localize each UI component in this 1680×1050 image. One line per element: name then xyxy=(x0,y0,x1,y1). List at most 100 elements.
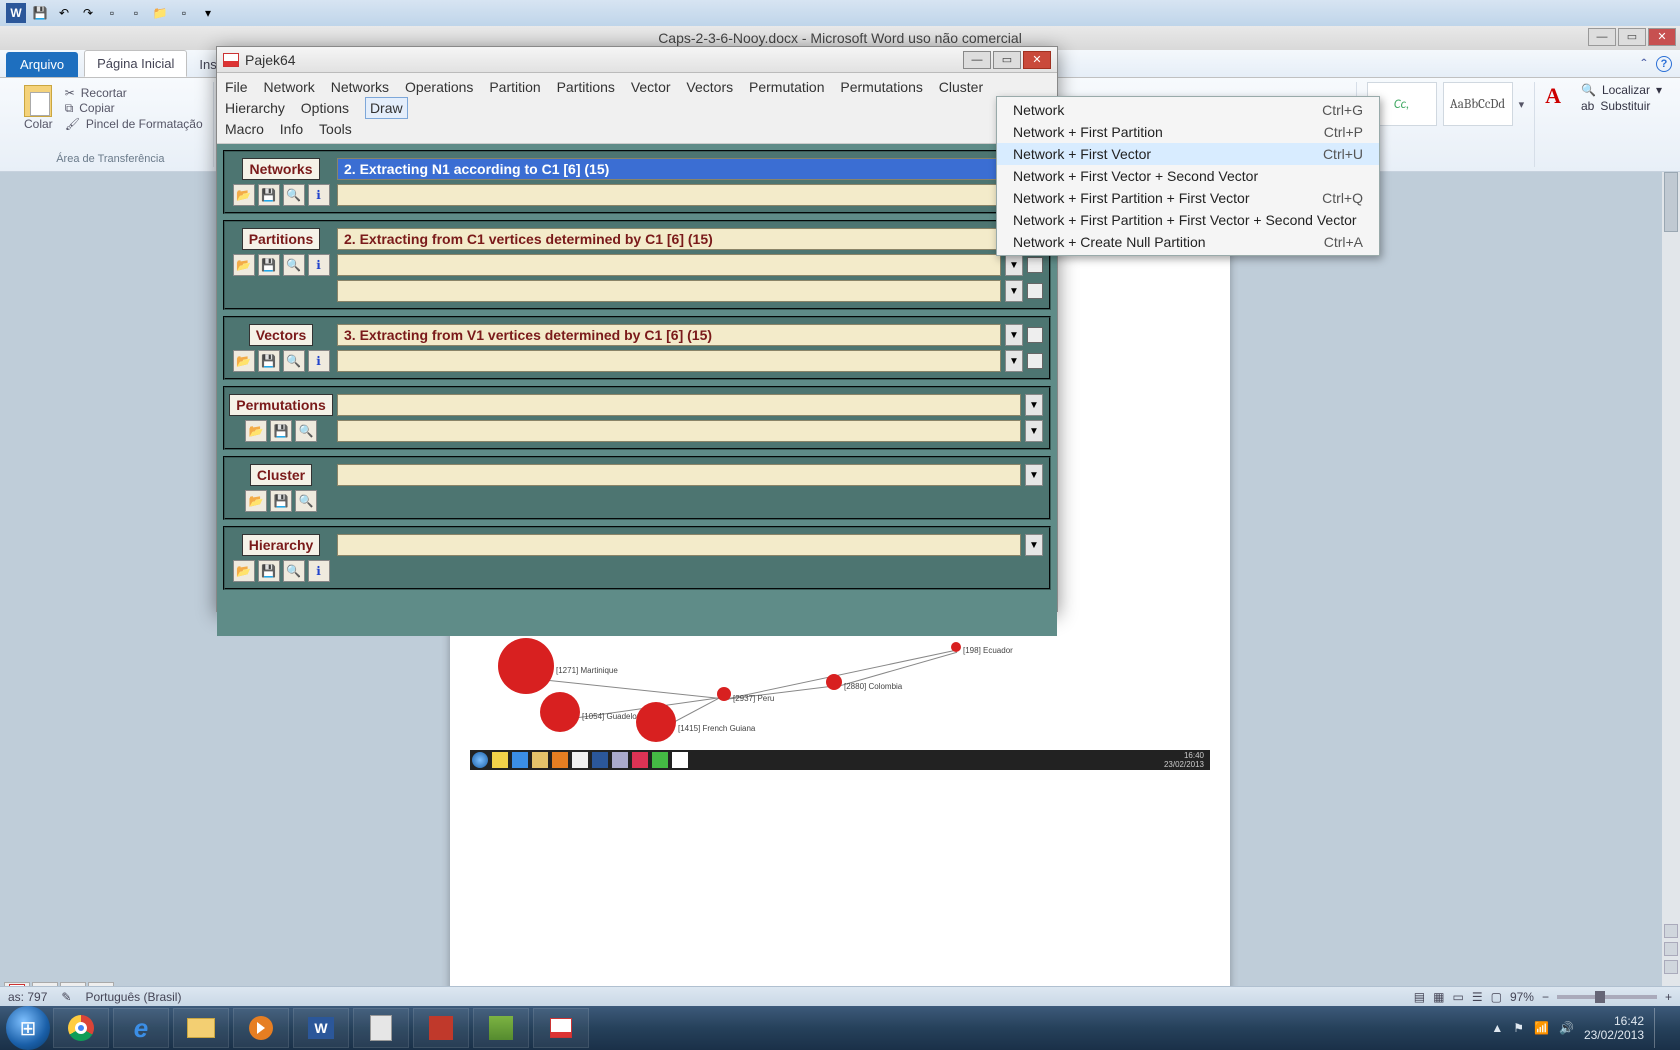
find-button[interactable]: 🔍 Localizar ▾ xyxy=(1581,83,1662,97)
zoom-in-button[interactable]: + xyxy=(1665,990,1672,1004)
taskbar-pajek[interactable] xyxy=(533,1008,589,1048)
draw-mi-network-partition-vector2[interactable]: Network + First Partition + First Vector… xyxy=(997,209,1379,231)
vertical-scrollbar[interactable] xyxy=(1662,172,1680,986)
view-button[interactable]: ▢ xyxy=(1491,990,1502,1004)
view-icon[interactable]: 🔍 xyxy=(283,254,305,276)
tray-volume-icon[interactable]: 🔊 xyxy=(1559,1021,1574,1035)
menu-info[interactable]: Info xyxy=(280,119,303,139)
save-icon[interactable]: 💾 xyxy=(270,420,292,442)
menu-operations[interactable]: Operations xyxy=(405,77,473,97)
proofing-icon[interactable]: ✎ xyxy=(61,990,71,1004)
taskbar-chrome[interactable] xyxy=(53,1008,109,1048)
scrollbar-button[interactable] xyxy=(1664,960,1678,974)
dropdown-icon[interactable]: ▼ xyxy=(1025,420,1043,442)
dropdown-icon[interactable]: ▼ xyxy=(1005,324,1023,346)
ribbon-collapse-icon[interactable]: ˆ xyxy=(1641,56,1646,72)
view-icon[interactable]: 🔍 xyxy=(295,420,317,442)
taskbar-media[interactable] xyxy=(233,1008,289,1048)
view-button[interactable]: ▤ xyxy=(1414,990,1425,1004)
checkbox[interactable] xyxy=(1027,327,1043,343)
taskbar-calc[interactable] xyxy=(353,1008,409,1048)
menu-networks[interactable]: Networks xyxy=(331,77,389,97)
info-icon[interactable]: ℹ xyxy=(308,560,330,582)
menu-permutation[interactable]: Permutation xyxy=(749,77,824,97)
save-icon[interactable]: 💾 xyxy=(258,184,280,206)
save-icon[interactable]: 💾 xyxy=(258,350,280,372)
checkbox[interactable] xyxy=(1027,353,1043,369)
view-icon[interactable]: 🔍 xyxy=(295,490,317,512)
open-icon[interactable]: 📂 xyxy=(233,350,255,372)
permutations-field-2[interactable] xyxy=(337,420,1021,442)
view-icon[interactable]: 🔍 xyxy=(283,560,305,582)
minimize-button[interactable]: — xyxy=(1588,28,1616,46)
redo-icon[interactable]: ↷ xyxy=(78,3,98,23)
zoom-thumb[interactable] xyxy=(1595,991,1605,1003)
cut-button[interactable]: ✂Recortar xyxy=(65,86,203,100)
open-icon[interactable]: 📂 xyxy=(233,254,255,276)
taskbar-word[interactable]: W xyxy=(293,1008,349,1048)
open-icon[interactable]: 📂 xyxy=(245,420,267,442)
taskbar-app[interactable] xyxy=(473,1008,529,1048)
taskbar-ie[interactable]: e xyxy=(113,1008,169,1048)
draw-mi-network-null-partition[interactable]: Network + Create Null PartitionCtrl+A xyxy=(997,231,1379,253)
scrollbar-button[interactable] xyxy=(1664,924,1678,938)
networks-field-2[interactable] xyxy=(337,184,1043,206)
pajek-close-button[interactable]: ✕ xyxy=(1023,51,1051,69)
dropdown-icon[interactable]: ▼ xyxy=(1005,254,1023,276)
undo-icon[interactable]: ↶ xyxy=(54,3,74,23)
info-icon[interactable]: ℹ xyxy=(308,254,330,276)
menu-tools[interactable]: Tools xyxy=(319,119,352,139)
pajek-minimize-button[interactable]: — xyxy=(963,51,991,69)
start-button[interactable]: ⊞ xyxy=(6,1006,50,1050)
tray-flag-icon[interactable]: ⚑ xyxy=(1513,1021,1524,1035)
tab-home[interactable]: Página Inicial xyxy=(84,50,187,77)
draw-mi-network-partition[interactable]: Network + First PartitionCtrl+P xyxy=(997,121,1379,143)
dropdown-icon[interactable]: ▼ xyxy=(1025,464,1043,486)
help-icon[interactable]: ? xyxy=(1656,56,1672,72)
save-icon[interactable]: 💾 xyxy=(258,254,280,276)
dropdown-icon[interactable]: ▼ xyxy=(1005,350,1023,372)
copy-button[interactable]: ⧉Copiar xyxy=(65,101,203,116)
view-icon[interactable]: 🔍 xyxy=(283,184,305,206)
view-button[interactable]: ☰ xyxy=(1472,990,1483,1004)
cluster-field-1[interactable] xyxy=(337,464,1021,486)
menu-cluster[interactable]: Cluster xyxy=(939,77,983,97)
checkbox[interactable] xyxy=(1027,283,1043,299)
hierarchy-field-1[interactable] xyxy=(337,534,1021,556)
partitions-field-3[interactable] xyxy=(337,280,1001,302)
show-desktop-button[interactable] xyxy=(1654,1008,1664,1048)
view-button[interactable]: ▦ xyxy=(1433,990,1444,1004)
status-language[interactable]: Português (Brasil) xyxy=(85,990,181,1004)
qat-icon[interactable]: ▫ xyxy=(126,3,146,23)
paste-button[interactable]: Colar xyxy=(18,83,59,133)
scrollbar-button[interactable] xyxy=(1664,942,1678,956)
open-icon[interactable]: 📂 xyxy=(245,490,267,512)
menu-hierarchy[interactable]: Hierarchy xyxy=(225,98,285,118)
info-icon[interactable]: ℹ xyxy=(308,350,330,372)
format-painter-button[interactable]: 🖌Pincel de Formatação xyxy=(65,117,203,131)
draw-mi-network-vector[interactable]: Network + First VectorCtrl+U xyxy=(997,143,1379,165)
pajek-maximize-button[interactable]: ▭ xyxy=(993,51,1021,69)
taskbar-app[interactable] xyxy=(413,1008,469,1048)
menu-file[interactable]: File xyxy=(225,77,248,97)
permutations-field-1[interactable] xyxy=(337,394,1021,416)
maximize-button[interactable]: ▭ xyxy=(1618,28,1646,46)
qat-icon[interactable]: ▫ xyxy=(174,3,194,23)
style-swatch-2[interactable]: AaBbCcDd xyxy=(1443,82,1513,126)
networks-field-1[interactable]: 2. Extracting N1 according to C1 [6] (15… xyxy=(337,158,1043,180)
save-icon[interactable]: 💾 xyxy=(30,3,50,23)
menu-network[interactable]: Network xyxy=(263,77,314,97)
qat-dropdown-icon[interactable]: ▾ xyxy=(198,3,218,23)
qat-icon[interactable]: ▫ xyxy=(102,3,122,23)
close-button[interactable]: ✕ xyxy=(1648,28,1676,46)
open-icon[interactable]: 📂 xyxy=(233,560,255,582)
view-button[interactable]: ▭ xyxy=(1452,990,1463,1004)
menu-permutations[interactable]: Permutations xyxy=(840,77,922,97)
dropdown-icon[interactable]: ▼ xyxy=(1025,394,1043,416)
pajek-title-bar[interactable]: Pajek64 — ▭ ✕ xyxy=(217,47,1057,73)
menu-macro[interactable]: Macro xyxy=(225,119,264,139)
draw-mi-network[interactable]: NetworkCtrl+G xyxy=(997,99,1379,121)
info-icon[interactable]: ℹ xyxy=(308,184,330,206)
save-icon[interactable]: 💾 xyxy=(270,490,292,512)
zoom-out-button[interactable]: − xyxy=(1542,990,1549,1004)
